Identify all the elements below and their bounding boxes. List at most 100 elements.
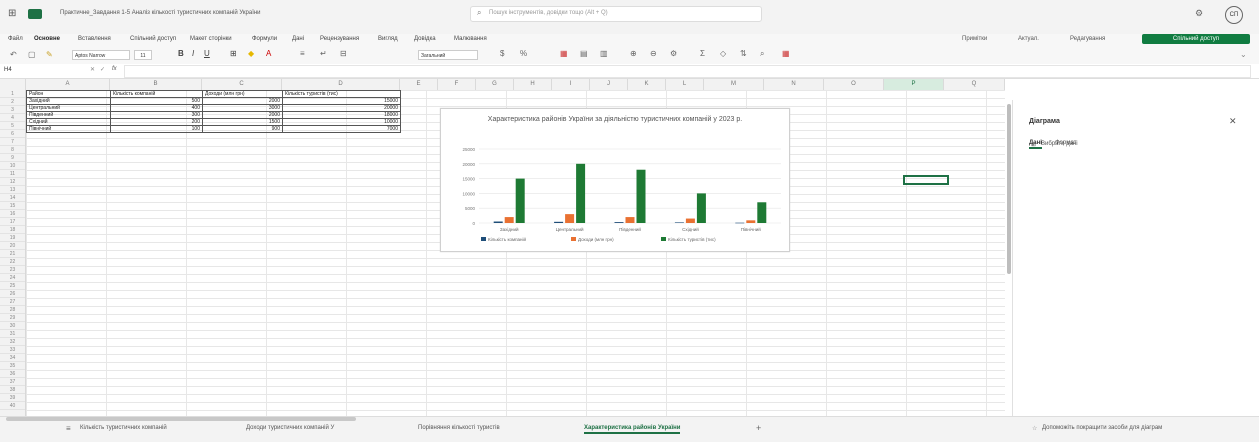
row-header[interactable]: 29 [0, 314, 25, 322]
chart-bar[interactable] [576, 163, 586, 223]
row-header[interactable]: 11 [0, 170, 25, 178]
app-grid-icon[interactable]: ⊞ [8, 8, 16, 19]
select-all-corner[interactable] [0, 79, 26, 90]
row-header[interactable]: 39 [0, 394, 25, 402]
chart-bar[interactable] [625, 217, 635, 223]
chart-bar[interactable] [554, 221, 564, 223]
conditional-format-icon[interactable]: ▦ [560, 49, 568, 58]
tab-insert[interactable]: Вставлення [78, 36, 111, 42]
tab-review[interactable]: Рецензування [320, 36, 359, 42]
column-header[interactable]: E [400, 79, 438, 90]
chart-bar[interactable] [515, 178, 525, 223]
column-header[interactable]: B [110, 79, 202, 90]
underline-icon[interactable]: U [204, 49, 210, 58]
row-header[interactable]: 40 [0, 402, 25, 410]
row-header[interactable]: 14 [0, 194, 25, 202]
font-color-icon[interactable]: A [266, 49, 271, 58]
table-cell[interactable]: Північний [26, 125, 111, 133]
chart-bar[interactable] [735, 222, 745, 224]
format-table-icon[interactable]: ▤ [580, 49, 588, 58]
chart-bar[interactable] [504, 217, 514, 223]
format-cells-icon[interactable]: ⚙ [670, 49, 677, 58]
wrap-icon[interactable]: ↵ [320, 49, 327, 58]
find-icon[interactable]: ⌕ [760, 49, 764, 59]
tab-help[interactable]: Довідка [414, 36, 436, 42]
column-header[interactable]: A [26, 79, 110, 90]
row-header[interactable]: 10 [0, 162, 25, 170]
name-box[interactable]: H4 [4, 67, 12, 73]
table-cell[interactable]: 2000 [202, 111, 283, 119]
table-cell[interactable]: 200 [110, 118, 203, 126]
insert-cells-icon[interactable]: ⊕ [630, 49, 637, 58]
table-cell[interactable]: 300 [110, 111, 203, 119]
row-header[interactable]: 19 [0, 234, 25, 242]
row-header[interactable]: 8 [0, 146, 25, 154]
confirm-icon[interactable]: ✓ [100, 66, 105, 73]
italic-icon[interactable]: I [192, 49, 194, 58]
sheet-tab[interactable]: Кількість туристичних компаній [80, 425, 167, 431]
merge-icon[interactable]: ⊟ [340, 49, 347, 58]
table-cell[interactable]: 400 [110, 104, 203, 112]
clear-icon[interactable]: ◇ [720, 49, 726, 58]
search-input[interactable]: Пошук інструментів, довідки тощо (Alt + … [489, 10, 608, 16]
table-cell[interactable]: 7000 [282, 125, 401, 133]
row-header[interactable]: 9 [0, 154, 25, 162]
search-box[interactable]: ⌕ Пошук інструментів, довідки тощо (Alt … [470, 6, 762, 22]
selected-cell[interactable] [903, 175, 949, 185]
addins-icon[interactable]: ▦ [782, 49, 790, 58]
autosum-icon[interactable]: Σ [700, 49, 705, 58]
format-painter-icon[interactable]: ✎ [46, 50, 53, 59]
clipboard-icon[interactable]: ▢ [28, 50, 36, 59]
table-cell[interactable]: Західний [26, 97, 111, 105]
row-header[interactable]: 37 [0, 378, 25, 386]
table-cell[interactable]: 900 [202, 125, 283, 133]
font-name-select[interactable]: Aptos Narrow [72, 50, 130, 60]
row-header[interactable]: 3 [0, 106, 25, 114]
chevron-down-icon[interactable]: ⌄ [1240, 50, 1247, 59]
chart-bar[interactable] [565, 214, 575, 223]
editing-button[interactable]: Редагування [1070, 36, 1105, 42]
column-header[interactable]: D [282, 79, 400, 90]
column-header[interactable]: N [764, 79, 824, 90]
row-header[interactable]: 2 [0, 98, 25, 106]
column-header[interactable]: F [438, 79, 476, 90]
table-cell[interactable]: 2000 [202, 97, 283, 105]
avatar[interactable]: СП [1225, 6, 1243, 24]
sheet-list-icon[interactable]: ≡ [66, 424, 71, 433]
column-header[interactable]: C [202, 79, 282, 90]
close-icon[interactable]: ✕ [1229, 116, 1237, 127]
row-header[interactable]: 18 [0, 226, 25, 234]
table-cell[interactable]: 3000 [202, 104, 283, 112]
tab-home[interactable]: Основне [34, 36, 60, 42]
row-header[interactable]: 12 [0, 178, 25, 186]
column-header[interactable]: L [666, 79, 704, 90]
row-header[interactable]: 17 [0, 218, 25, 226]
table-cell[interactable]: 20000 [282, 104, 401, 112]
row-header[interactable]: 16 [0, 210, 25, 218]
share-button[interactable]: Спільний доступ [1142, 34, 1250, 44]
chart-bar[interactable] [696, 193, 706, 223]
table-cell[interactable]: 500 [110, 97, 203, 105]
row-header[interactable]: 24 [0, 274, 25, 282]
row-header[interactable]: 34 [0, 354, 25, 362]
delete-cells-icon[interactable]: ⊖ [650, 49, 657, 58]
chart-bar[interactable] [757, 202, 767, 223]
row-header[interactable]: 36 [0, 370, 25, 378]
table-cell[interactable]: 100 [110, 125, 203, 133]
table-header[interactable]: Район [26, 90, 111, 98]
table-cell[interactable]: Південний [26, 111, 111, 119]
table-header[interactable]: Кількість компаній [110, 90, 203, 98]
settings-icon[interactable]: ⚙ [1195, 8, 1203, 19]
number-format-select[interactable]: Загальний [418, 50, 478, 60]
sheet-tab-active[interactable]: Характеристика районів України [584, 425, 681, 434]
column-header[interactable]: Q [944, 79, 1005, 90]
row-header[interactable]: 13 [0, 186, 25, 194]
table-cell[interactable]: 10000 [282, 118, 401, 126]
tab-share[interactable]: Спільний доступ [130, 36, 176, 42]
row-header[interactable]: 27 [0, 298, 25, 306]
tab-formulas[interactable]: Формули [252, 36, 277, 42]
table-cell[interactable]: Центральний [26, 104, 111, 112]
table-header[interactable]: Доходи (млн грн) [202, 90, 283, 98]
tab-file[interactable]: Файл [8, 36, 23, 42]
chart[interactable]: Характеристика районів України за діяльн… [440, 108, 790, 252]
